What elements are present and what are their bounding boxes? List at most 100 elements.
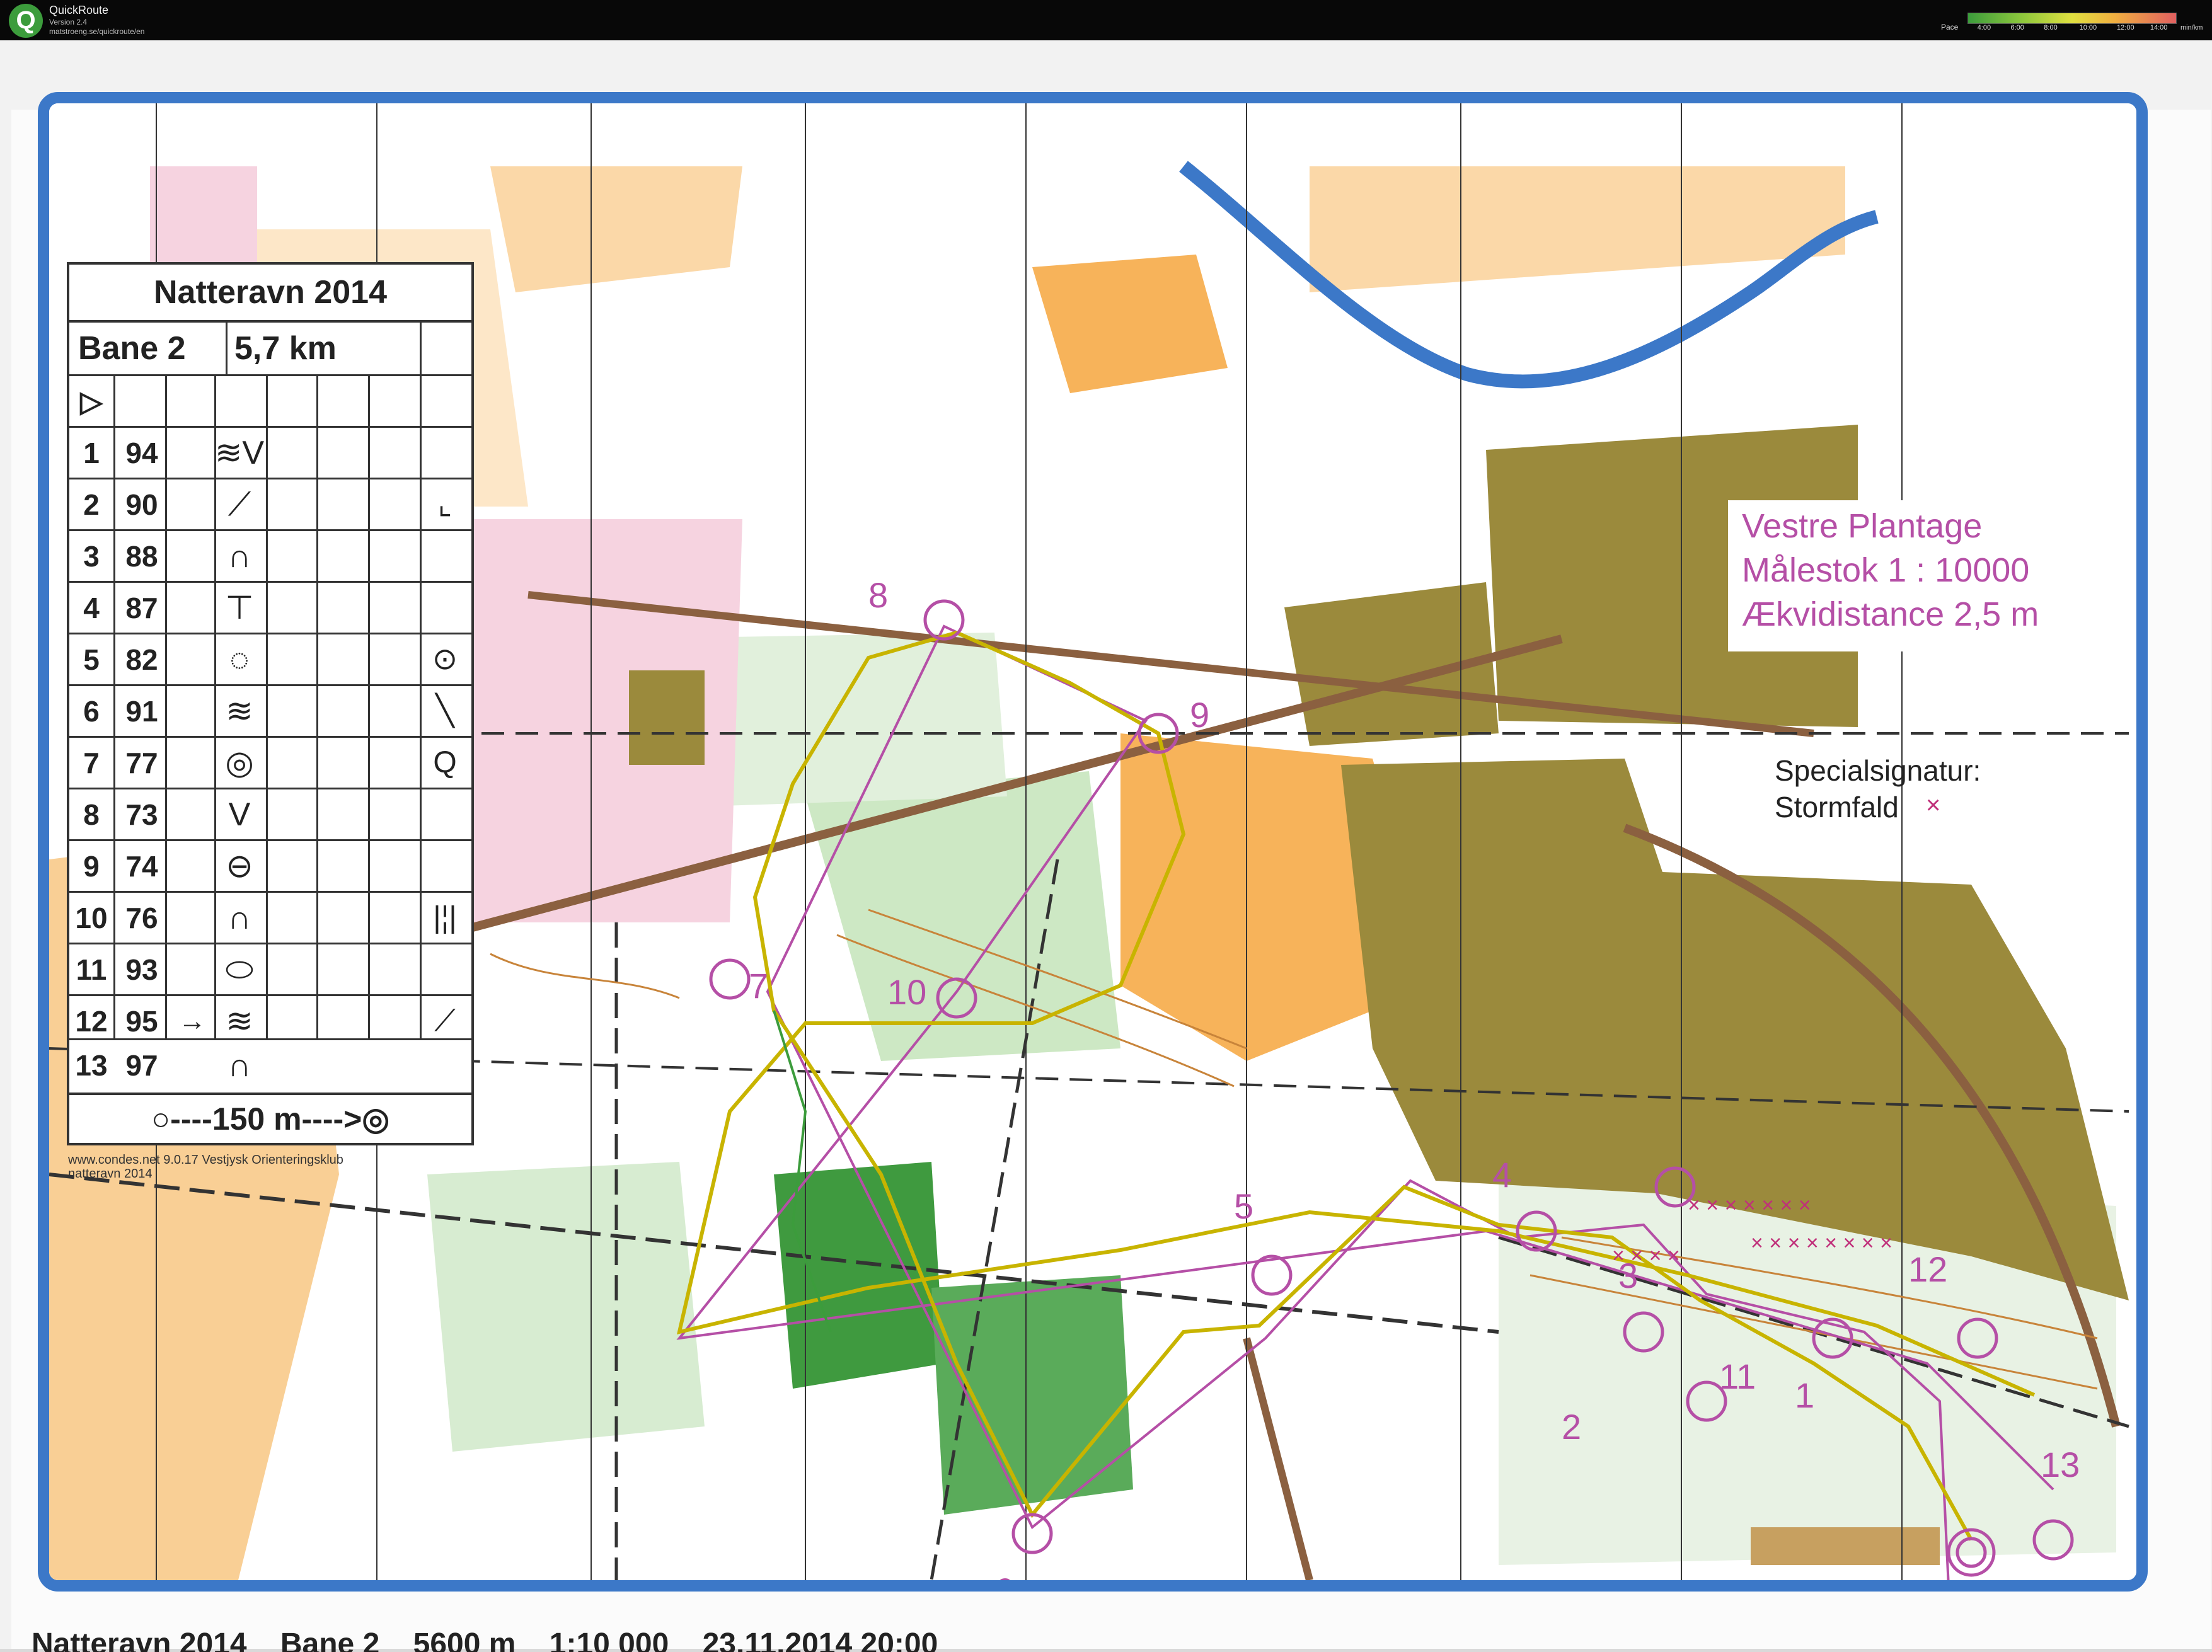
control-direction [170,893,214,943]
control-code: 94 [125,437,158,469]
location-symbol-icon [420,841,470,891]
control-direction [170,428,214,478]
feature-symbol-icon: ⟋ [228,486,251,523]
grid-line [165,374,167,1066]
legend-tick: 4:00 [1977,24,1991,32]
table-row: 2 90 ⟋ ⌞ [69,478,471,529]
legend-tick: 10:00 [2079,24,2097,32]
feature-symbol-icon: ≋V [214,435,265,471]
feature-symbol-icon: ∩ [228,900,251,936]
special-symbol-label: Specialsignatur: [1775,754,1981,787]
start-triangle-icon: ▷ [80,385,103,418]
grid-line [420,323,422,374]
control-seq: 6 [83,695,100,728]
stormfald-cross-icon: × [1926,791,1941,819]
control-direction [170,531,214,581]
control-code: 90 [125,488,158,521]
control-code: 77 [125,747,158,779]
event-title: Natteravn 2014 [69,265,471,323]
grid-line [420,374,422,1066]
control-number: 8 [868,575,888,615]
legend-tick: 12:00 [2117,24,2134,32]
feature-symbol-icon: ⊤ [225,590,254,626]
app-version: Version 2.4 [49,18,88,26]
control-seq: 10 [75,902,108,934]
feature-symbol-icon: V [228,796,251,833]
control-code: 74 [125,850,158,883]
grid-line [316,374,318,1066]
course-length: 5,7 km [234,330,337,367]
control-seq: 1 [83,437,100,469]
feature-symbol-icon: ∩ [228,1047,251,1084]
legend-unit: min/km [2180,24,2203,32]
control-code: 76 [125,902,158,934]
control-number: 2 [1562,1407,1581,1447]
app-title: QuickRoute [49,4,109,16]
finish-row: ○----150 m---->◎ [67,1093,474,1145]
table-row: 9 74 ⊖ [69,839,471,891]
control-seq: 11 [76,953,107,986]
control-number: 4 [1492,1155,1512,1195]
table-row: 11 93 ⬭ [69,943,471,994]
table-row: 1 94 ≋V [69,426,471,478]
table-row: 6 91 ≋ ╲ [69,684,471,736]
table-row: 8 73 V [69,788,471,839]
map-name: Vestre Plantage [1742,507,1983,545]
pace-color-legend: Pace 4:00 6:00 8:00 10:00 12:00 14:00 mi… [1941,9,2206,34]
location-symbol-icon [420,583,470,633]
control-seq: 3 [83,540,100,573]
grid-line [368,374,370,1066]
control-direction [170,1040,214,1092]
credit-line: natteravn 2014 [68,1167,153,1181]
location-symbol-icon: ⊙ [432,643,458,676]
grid-line [266,374,268,1066]
control-direction [170,686,214,736]
feature-symbol-icon: ≋ [226,693,253,730]
map-credit: www.condes.net 9.0.17 Vestjysk Orienteri… [68,1153,343,1181]
control-number: 12 [1908,1249,1947,1289]
special-symbol-name: Stormfald [1775,791,1899,823]
control-number: 10 [887,972,926,1012]
feature-symbol-icon: ∩ [228,538,251,575]
svg-text:× × × × × × × ×: × × × × × × × × [1751,1231,1892,1255]
control-seq: 9 [83,850,100,883]
app-title-bar: Q QuickRoute Version 2.4 matstroeng.se/q… [0,0,2212,40]
feature-symbol-icon: ⬭ [225,951,254,988]
table-row: 10 76 ∩ |¦| [69,891,471,943]
control-direction [170,738,214,788]
control-number: 1 [1795,1375,1814,1415]
location-symbol-icon [420,944,470,994]
location-symbol-icon: |¦| [433,901,457,934]
legend-tick: 14:00 [2150,24,2168,32]
grid-line [226,323,228,374]
control-code: 88 [125,540,158,573]
svg-text:× × × × × × ×: × × × × × × × [1688,1193,1811,1217]
grid-line [113,374,115,1066]
location-symbol-icon: ╲ [435,694,454,728]
control-direction [170,634,214,684]
table-row: 4 87 ⊤ [69,581,471,633]
location-symbol-icon [420,789,470,839]
control-direction [170,944,214,994]
control-code: 87 [125,592,158,624]
table-row: 7 77 ◎ Q [69,736,471,788]
control-code: 73 [125,798,158,831]
map-footer-text: Natteravn 2014 Bane 2 5600 m 1:10 000 23… [32,1627,938,1652]
control-number: 9 [1190,695,1209,735]
control-direction [170,789,214,839]
feature-symbol-icon: ◎ [225,745,254,781]
app-url[interactable]: matstroeng.se/quickroute/en [49,27,144,36]
svg-text:× × × ×: × × × × [1612,1244,1680,1268]
table-row: 5 82 ◌ ⊙ [69,633,471,684]
control-seq: 13 [75,1049,108,1082]
control-number: 13 [2041,1445,2080,1484]
control-number: 6 [994,1571,1014,1580]
legend-ticks: 4:00 6:00 8:00 10:00 12:00 14:00 [1967,24,2175,34]
feature-symbol-icon: ◌ [229,641,250,678]
legend-tick: 8:00 [2044,24,2058,32]
control-direction [170,841,214,891]
control-direction [170,583,214,633]
control-number: 7 [749,966,768,1006]
location-symbol-icon: ⌞ [437,488,452,521]
control-seq: 5 [83,643,100,676]
